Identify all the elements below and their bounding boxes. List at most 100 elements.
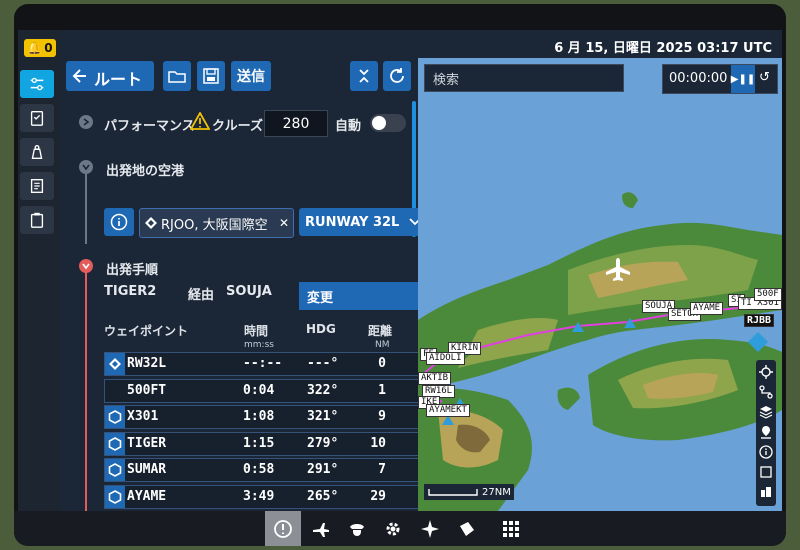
notes-icon xyxy=(30,179,44,193)
alert-badge[interactable]: 🔔 0 xyxy=(24,39,56,57)
waypoint-row[interactable]: SUMAR 0:58 291° 7 xyxy=(104,458,429,482)
scale-text: 27NM xyxy=(482,486,511,498)
pilot-cap-icon xyxy=(350,523,364,536)
col-distance-unit: NM xyxy=(375,340,390,350)
departure-section-title: 出発地の空港 xyxy=(106,164,185,179)
waypoint-name: RW32L xyxy=(127,356,167,371)
folder-icon xyxy=(168,71,186,83)
rail-weight-button[interactable] xyxy=(20,138,54,166)
rail-route-settings-button[interactable] xyxy=(20,70,54,98)
send-button[interactable]: 送信 xyxy=(231,61,271,91)
rail-clipboard-button[interactable] xyxy=(20,206,54,234)
open-folder-button[interactable] xyxy=(163,61,191,91)
waypoint-time: 0:04 xyxy=(243,382,275,398)
app-screen: 🔔 0 ルート 送信 パフォーマンス クルーズ FL 280 自動 出発地の空港… xyxy=(18,30,782,511)
remove-airport-icon[interactable]: ✕ xyxy=(279,216,289,230)
waypoint-name: TIGER xyxy=(127,435,167,451)
refresh-button[interactable] xyxy=(383,61,411,91)
waypoint-row[interactable]: RW32L --:-- ---° 0 xyxy=(104,352,429,376)
waypoint-time: 1:15 xyxy=(243,435,275,451)
save-button[interactable] xyxy=(197,61,225,91)
waypoint-hdg: 321° xyxy=(307,409,339,424)
waypoint-icon xyxy=(105,459,125,481)
waypoint-distance: 29 xyxy=(370,488,386,504)
map-label-500ft: 500F xyxy=(754,288,782,301)
save-icon xyxy=(203,68,219,84)
waypoint-time: 1:08 xyxy=(243,409,275,424)
search-placeholder: 検索 xyxy=(433,72,460,88)
performance-expand-button[interactable] xyxy=(79,115,93,129)
map-view-icon[interactable] xyxy=(758,464,774,480)
chevron-right-icon xyxy=(83,118,90,126)
waypoint-row[interactable]: AYAME 3:49 265° 29 xyxy=(104,484,429,509)
map-view[interactable]: 6 月 15, 日曜日 2025 03:17 UTC 検索 00:00:00 ▶… xyxy=(418,30,782,511)
procedure-section-title: 出発手順 xyxy=(106,263,159,278)
procedure-connector xyxy=(85,266,87,511)
auto-toggle[interactable] xyxy=(370,114,406,132)
waypoint-hdg: 279° xyxy=(307,435,339,451)
waypoint-hdg: 265° xyxy=(307,488,339,504)
map-tools xyxy=(756,360,776,506)
cruise-fl-input[interactable]: 280 xyxy=(264,110,328,137)
waypoint-distance: 0 xyxy=(378,356,386,371)
map-scale: 27NM xyxy=(424,484,514,500)
pin-icon[interactable] xyxy=(758,424,774,440)
runway-icon xyxy=(105,353,125,375)
airport-info-button[interactable] xyxy=(104,208,134,236)
procedure-collapse-button[interactable] xyxy=(79,259,93,273)
split-view-icon[interactable] xyxy=(758,484,774,500)
timer-reset-icon[interactable]: ↺ xyxy=(759,70,770,85)
departure-collapse-button[interactable] xyxy=(79,160,93,174)
map-label-ayamekt: AYAMEKT xyxy=(426,404,470,417)
via-label: 経由 xyxy=(188,288,215,303)
efb-device: 🔔 0 ルート 送信 パフォーマンス クルーズ FL 280 自動 出発地の空港… xyxy=(14,4,786,546)
waypoint-row[interactable]: TIGER 1:15 279° 10 xyxy=(104,431,429,456)
gear-icon xyxy=(386,522,400,535)
waypoint-name: 500FT xyxy=(127,382,167,398)
runway-select[interactable]: RUNWAY 32L xyxy=(299,208,427,236)
departure-airport-text: RJOO, 大阪国際空 xyxy=(161,217,268,233)
nav-flight-button[interactable] xyxy=(303,511,339,546)
change-procedure-button[interactable]: 変更 xyxy=(299,282,427,310)
nav-alert-button[interactable] xyxy=(265,511,301,546)
nav-pilot-button[interactable] xyxy=(339,511,375,546)
flight-timer: 00:00:00 ▶❚❚ ↺ xyxy=(662,64,778,94)
map-label-aktib: AKTIB xyxy=(418,372,452,385)
waypoint-distance: 9 xyxy=(378,409,386,424)
aircraft-icon xyxy=(606,258,630,281)
waypoint-row[interactable]: X301 1:08 321° 9 xyxy=(104,405,429,429)
auto-label: 自動 xyxy=(335,119,362,134)
waypoint-time: --:-- xyxy=(243,356,283,371)
rail-notes-button[interactable] xyxy=(20,172,54,200)
locate-icon[interactable] xyxy=(758,364,774,380)
timer-play-pause-button[interactable]: ▶❚❚ xyxy=(731,65,755,93)
layers-icon[interactable] xyxy=(758,404,774,420)
waypoint-name: X301 xyxy=(127,409,159,424)
nav-docs-button[interactable] xyxy=(449,511,485,546)
map-label-rjbb: RJBB xyxy=(744,314,775,327)
map-datetime: 6 月 15, 日曜日 2025 03:17 UTC xyxy=(554,41,772,56)
map-info-icon[interactable] xyxy=(758,444,774,460)
alert-circle-icon xyxy=(274,519,292,538)
bottom-nav xyxy=(14,511,786,546)
departure-airport-chip[interactable]: RJOO, 大阪国際空 ✕ xyxy=(139,208,294,238)
clipboard-icon xyxy=(30,212,44,228)
waypoint-distance: 10 xyxy=(370,435,386,451)
sliders-icon xyxy=(30,77,44,91)
via-transition: SOUJA xyxy=(226,284,272,299)
waypoint-row[interactable]: 500FT 0:04 322° 1 xyxy=(104,378,429,403)
waypoint-hdg: 322° xyxy=(307,382,339,398)
runway-text: RUNWAY 32L xyxy=(305,214,400,230)
chevron-down-icon xyxy=(82,164,90,171)
nav-apps-button[interactable] xyxy=(493,511,529,546)
waypoint-time: 3:49 xyxy=(243,488,275,504)
map-search-input[interactable]: 検索 xyxy=(424,64,624,92)
nav-settings-button[interactable] xyxy=(375,511,411,546)
change-label: 変更 xyxy=(307,290,334,306)
rail-checklist-button[interactable] xyxy=(20,104,54,132)
refresh-icon xyxy=(390,68,404,83)
route-tool-icon[interactable] xyxy=(758,384,774,400)
waypoint-icon xyxy=(105,485,125,508)
nav-navigation-button[interactable] xyxy=(412,511,448,546)
collapse-button[interactable] xyxy=(350,61,378,91)
